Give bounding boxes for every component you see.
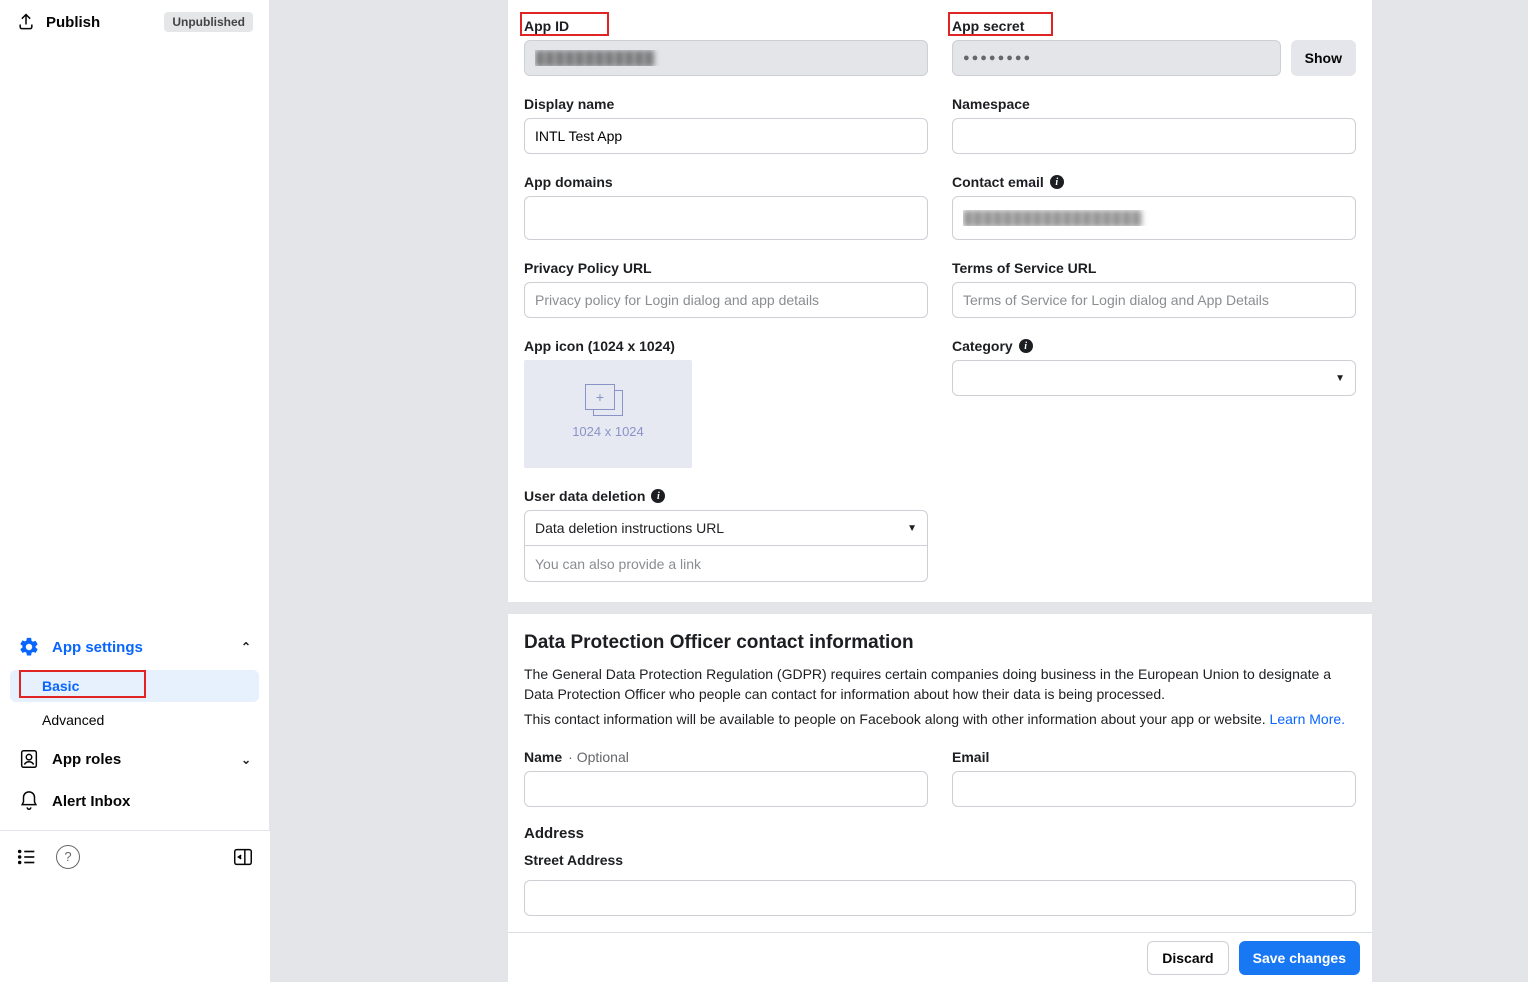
- app-secret-field[interactable]: [952, 40, 1281, 76]
- display-name-field[interactable]: [524, 118, 928, 154]
- udd-label-text: User data deletion: [524, 488, 645, 504]
- tos-url-field[interactable]: [952, 282, 1356, 318]
- dpo-desc-1: The General Data Protection Regulation (…: [524, 664, 1356, 705]
- nav-settings-label: App settings: [52, 639, 143, 656]
- app-id-label: App ID: [524, 18, 928, 34]
- privacy-url-field[interactable]: [524, 282, 928, 318]
- namespace-field[interactable]: [952, 118, 1356, 154]
- discard-button[interactable]: Discard: [1147, 941, 1228, 975]
- udd-type-select[interactable]: Data deletion instructions URL ▼: [524, 510, 928, 546]
- info-icon[interactable]: i: [1050, 175, 1064, 189]
- dpo-desc-2-text: This contact information will be availab…: [524, 711, 1270, 727]
- app-secret-label: App secret: [952, 18, 1356, 34]
- udd-select-value: Data deletion instructions URL: [535, 520, 724, 536]
- sidebar-footer: ?: [0, 830, 270, 882]
- nav-advanced[interactable]: Advanced: [10, 704, 259, 736]
- dpo-name-label-text: Name: [524, 749, 562, 765]
- caret-down-icon: ▼: [907, 523, 917, 534]
- dpo-desc-2: This contact information will be availab…: [524, 709, 1356, 729]
- learn-more-link[interactable]: Learn More.: [1270, 711, 1345, 727]
- address-heading: Address: [524, 825, 1356, 842]
- optional-text: · Optional: [568, 749, 629, 765]
- udd-link-field[interactable]: [524, 546, 928, 582]
- right-gutter: [1372, 0, 1528, 982]
- category-label-text: Category: [952, 338, 1013, 354]
- tos-label: Terms of Service URL: [952, 260, 1356, 276]
- display-name-label: Display name: [524, 96, 928, 112]
- dpo-email-field[interactable]: [952, 771, 1356, 807]
- contact-email-field[interactable]: [952, 196, 1356, 240]
- section-divider: [508, 602, 1372, 614]
- gear-icon: [18, 636, 40, 658]
- udd-label: User data deletion i: [524, 488, 928, 504]
- nav-app-settings[interactable]: App settings ⌃: [10, 626, 259, 668]
- nav-roles-label: App roles: [52, 751, 121, 768]
- street-field[interactable]: [524, 880, 1356, 916]
- nav-alert-inbox[interactable]: Alert Inbox: [10, 780, 259, 822]
- help-icon[interactable]: ?: [56, 845, 80, 869]
- list-icon[interactable]: [16, 846, 38, 868]
- publish-button[interactable]: Publish: [16, 12, 100, 32]
- user-badge-icon: [18, 748, 40, 770]
- app-domains-field[interactable]: [524, 196, 928, 240]
- app-id-label-text: App ID: [524, 18, 569, 34]
- dpo-title: Data Protection Officer contact informat…: [524, 632, 1356, 654]
- contact-email-label: Contact email i: [952, 174, 1356, 190]
- contact-email-label-text: Contact email: [952, 174, 1044, 190]
- image-placeholder-icon: +: [593, 390, 623, 416]
- privacy-label: Privacy Policy URL: [524, 260, 928, 276]
- dpo-email-label: Email: [952, 749, 1356, 765]
- street-label: Street Address: [524, 852, 1356, 868]
- gray-gutter: [270, 0, 508, 982]
- bell-icon: [18, 790, 40, 812]
- save-button[interactable]: Save changes: [1239, 941, 1360, 975]
- chevron-down-icon: ⌃: [241, 752, 251, 766]
- caret-down-icon: ▼: [1335, 373, 1345, 384]
- namespace-label: Namespace: [952, 96, 1356, 112]
- info-icon[interactable]: i: [651, 489, 665, 503]
- category-select[interactable]: ▼: [952, 360, 1356, 396]
- app-secret-label-text: App secret: [952, 18, 1024, 34]
- category-label: Category i: [952, 338, 1356, 354]
- nav-basic[interactable]: Basic: [10, 670, 259, 702]
- app-domains-label: App domains: [524, 174, 928, 190]
- chevron-up-icon: ⌃: [241, 640, 251, 654]
- app-icon-uploader[interactable]: + 1024 x 1024: [524, 360, 692, 468]
- app-icon-dim-text: 1024 x 1024: [572, 424, 644, 439]
- nav-app-roles[interactable]: App roles ⌃: [10, 738, 259, 780]
- publish-icon: [16, 12, 36, 32]
- publish-label: Publish: [46, 14, 100, 31]
- app-id-field[interactable]: [524, 40, 928, 76]
- nav-alert-label: Alert Inbox: [52, 793, 130, 810]
- status-badge: Unpublished: [164, 12, 253, 32]
- info-icon[interactable]: i: [1019, 339, 1033, 353]
- collapse-panel-icon[interactable]: [232, 846, 254, 868]
- app-icon-label: App icon (1024 x 1024): [524, 338, 928, 354]
- dpo-name-field[interactable]: [524, 771, 928, 807]
- main-content: App ID App secret Show Display name: [508, 0, 1372, 982]
- show-secret-button[interactable]: Show: [1291, 40, 1356, 76]
- left-sidebar: Publish Unpublished App settings ⌃ Basic…: [0, 0, 270, 830]
- dpo-name-label: Name · Optional: [524, 749, 928, 765]
- action-bar: Discard Save changes: [508, 932, 1372, 982]
